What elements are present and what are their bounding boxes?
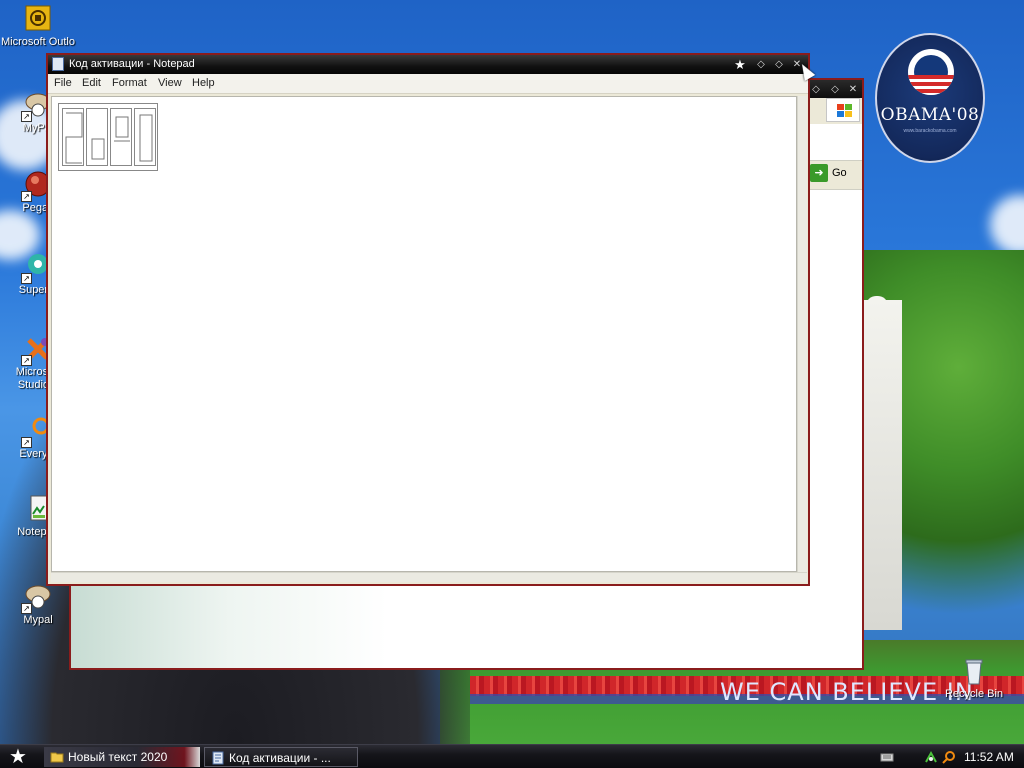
text-editor[interactable] (51, 96, 797, 572)
desktop-icon-outlook[interactable]: Microsoft Outlo (0, 4, 76, 49)
horizontal-scrollbar[interactable] (51, 572, 807, 582)
notepad-titlebar[interactable]: Код активации - Notepad ★ ◇ ◇ ✕ (48, 55, 808, 74)
browser-content-area (71, 584, 862, 668)
vertical-scrollbar[interactable] (797, 96, 807, 572)
notepad-window[interactable]: Код активации - Notepad ★ ◇ ◇ ✕ File Edi… (46, 53, 810, 586)
ascii-year-art (58, 103, 158, 171)
notepad-icon (212, 751, 224, 765)
minimize-icon[interactable]: ◇ (753, 57, 769, 72)
desktop-icon-label: Recycle Bin (944, 688, 1004, 700)
digit-0-2 (134, 108, 156, 166)
search-icon[interactable] (942, 750, 956, 764)
window-title: Код активации - Notepad (69, 58, 195, 70)
menu-format[interactable]: Format (112, 77, 147, 89)
badge-text: OBAMA'08 (880, 105, 980, 125)
outlook-icon (23, 4, 53, 34)
close-icon[interactable]: ✕ (845, 82, 861, 97)
menu-file[interactable]: File (54, 77, 72, 89)
digit-2-2 (110, 108, 132, 166)
windows-flag-icon (826, 98, 860, 122)
taskbar-button-notepad[interactable]: Код активации - ... (204, 747, 358, 767)
mypal-icon: ↗ (21, 582, 53, 614)
system-tray: 11:52 AM (872, 745, 1024, 768)
go-label: Go (832, 166, 847, 179)
minimize-icon[interactable]: ◇ (808, 82, 824, 97)
go-button[interactable]: ➜ Go (810, 164, 860, 184)
menu-view[interactable]: View (158, 77, 182, 89)
taskbar-button-folder[interactable]: Новый текст 2020 (44, 747, 200, 767)
notepad-icon (52, 57, 64, 71)
go-arrow-icon: ➜ (810, 164, 828, 182)
desktop-icon-recycle-bin[interactable]: Recycle Bin (936, 656, 1012, 701)
clock[interactable]: 11:52 AM (964, 750, 1014, 764)
start-button[interactable]: ★ (4, 747, 32, 767)
digit-0-1 (86, 108, 108, 166)
obama-logo-badge: OBAMA'08 www.barackobama.com (875, 33, 985, 163)
desktop-icon-mypal-2[interactable]: ↗ Mypal (0, 582, 76, 627)
maximize-icon[interactable]: ◇ (771, 57, 787, 72)
desktop-icon-label: Microsoft Outlo (1, 36, 75, 48)
maximize-icon[interactable]: ◇ (827, 82, 843, 97)
menu-edit[interactable]: Edit (82, 77, 101, 89)
network-icon[interactable] (924, 750, 938, 764)
folder-icon (50, 752, 64, 763)
digit-2-1 (62, 108, 84, 166)
menu-bar: File Edit Format View Help (48, 74, 808, 94)
taskbar-button-label: Новый текст 2020 (68, 750, 168, 764)
keyboard-icon[interactable] (880, 750, 894, 764)
menu-help[interactable]: Help (192, 77, 215, 89)
obama-logo-icon (908, 49, 954, 95)
badge-subtext: www.barackobama.com (903, 128, 957, 134)
star-icon[interactable]: ★ (732, 57, 748, 72)
star-icon: ★ (9, 746, 27, 768)
recycle-bin-icon (959, 656, 989, 686)
desktop-icon-label: Mypal (23, 614, 53, 626)
taskbar-button-label: Код активации - ... (229, 751, 331, 765)
taskbar: ★ Новый текст 2020 Код активации - ... 1… (0, 744, 1024, 768)
